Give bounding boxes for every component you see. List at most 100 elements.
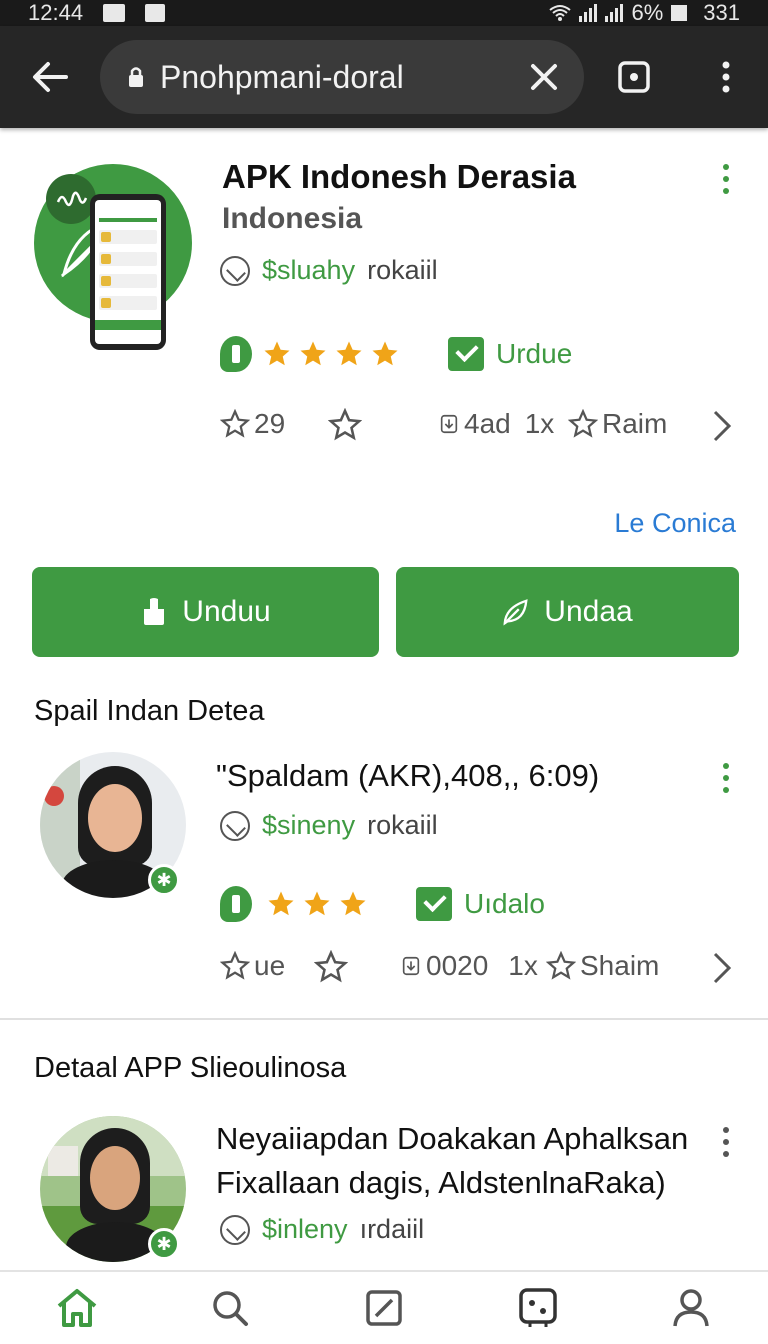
favorite-button[interactable] <box>328 408 362 442</box>
tabs-button[interactable] <box>584 26 684 128</box>
battery-percent: 6% <box>631 0 664 25</box>
download-icon <box>144 598 165 625</box>
compass-icon <box>220 1214 250 1245</box>
verified-badge-icon: ✱ <box>148 864 180 896</box>
app-notification-icon <box>145 4 166 22</box>
person-icon <box>673 1289 709 1327</box>
back-button[interactable] <box>0 26 100 128</box>
item-developer[interactable]: $inleny ırdaiil <box>220 1214 424 1245</box>
developer-suffix: rokaiil <box>367 255 438 285</box>
developer-name: $sluahy <box>262 255 356 285</box>
compass-icon <box>220 810 250 841</box>
star-outline-icon <box>328 408 362 441</box>
item-rating-row: Uıdalo <box>220 886 545 922</box>
logo-badge <box>46 174 96 224</box>
clear-url-button[interactable] <box>524 57 564 97</box>
share-label: Shaim <box>580 950 660 981</box>
nav-home[interactable] <box>47 1278 107 1338</box>
divider <box>0 1018 768 1020</box>
nav-games[interactable] <box>508 1278 568 1338</box>
item-developer[interactable]: $sineny rokaiil <box>220 810 438 841</box>
star-outline-icon <box>220 951 250 980</box>
primary-button-label: Unduu <box>182 595 271 628</box>
downloads-value: 4ad <box>464 408 511 439</box>
star-icon <box>304 891 330 916</box>
star-icon <box>264 341 290 366</box>
leaf-icon <box>503 599 528 626</box>
rating-count-stat: ue <box>220 950 285 982</box>
item-more-button[interactable] <box>716 1124 736 1160</box>
star-icon <box>300 341 326 366</box>
developer-suffix: rokaiil <box>367 810 438 840</box>
status-time: 12:44 <box>28 0 84 25</box>
game-icon <box>518 1288 557 1327</box>
battery-icon <box>671 5 688 21</box>
signal-icon <box>579 4 598 22</box>
more-info-link[interactable]: Le Conica <box>614 508 736 539</box>
phone-screenshot <box>90 194 166 350</box>
star-icon <box>372 341 398 366</box>
developer-suffix: ırdaiil <box>359 1214 425 1244</box>
compass-icon <box>220 255 250 286</box>
url-text: Pnohpmani-doral <box>160 58 404 95</box>
signal-icon-2 <box>605 4 624 22</box>
status-extra: 331 <box>703 0 740 25</box>
share-button[interactable]: Raim <box>568 408 667 440</box>
item-tag: Uıdalo <box>416 887 545 921</box>
favorite-button[interactable] <box>314 950 348 984</box>
avatar[interactable]: ✱ <box>40 752 186 898</box>
wifi-icon <box>549 5 572 21</box>
status-bar: 12:44 6% 331 <box>0 0 768 26</box>
item-stats-row: ue 0020 1x Shaim <box>220 950 740 986</box>
lock-icon <box>128 66 144 88</box>
tag-label: Urdue <box>496 338 573 369</box>
star-icon <box>336 341 362 366</box>
app-rating-row: Urdue <box>220 336 572 372</box>
developer-name: $sineny <box>262 810 356 840</box>
nav-edit[interactable] <box>354 1278 414 1338</box>
downloads-mult: 1x <box>508 950 538 981</box>
item-title-line1[interactable]: Neyaiiapdan Doakakan Aphalksan <box>216 1121 688 1157</box>
item-title[interactable]: "Spaldam (AKR),408,, 6:09) <box>216 758 599 794</box>
rating-count: ue <box>254 950 286 981</box>
app-developer[interactable]: $sluahy rokaiil <box>220 255 438 286</box>
rating-count: 29 <box>254 408 286 439</box>
app-more-button[interactable] <box>716 161 736 197</box>
download-icon <box>440 414 458 434</box>
avatar[interactable]: ✱ <box>40 1116 186 1262</box>
item-title-line2[interactable]: Fixallaan dagis, AldstenlnaRaka) <box>216 1165 666 1201</box>
item-more-button[interactable] <box>716 760 736 796</box>
home-icon <box>57 1289 97 1327</box>
star-outline-icon <box>568 409 598 438</box>
share-button[interactable]: Shaim <box>546 950 659 982</box>
downloads-value: 0020 <box>426 950 489 981</box>
secondary-button[interactable]: Undaa <box>396 567 739 657</box>
more-vert-icon <box>722 61 730 93</box>
close-icon <box>531 64 557 90</box>
share-label: Raim <box>602 408 668 439</box>
nav-profile[interactable] <box>661 1278 721 1338</box>
chevron-right-icon[interactable] <box>712 952 732 984</box>
bottom-navigation <box>0 1270 768 1344</box>
app-tag: Urdue <box>448 337 572 371</box>
star-icon <box>340 891 366 916</box>
check-badge-icon <box>448 337 484 371</box>
browser-toolbar: Pnohpmani-doral <box>0 26 768 128</box>
nav-search[interactable] <box>200 1278 260 1338</box>
developer-name: $inleny <box>262 1214 348 1244</box>
section-title: Spail Indan Detea <box>34 695 265 727</box>
section-title: Detaal APP Slieoulinosa <box>34 1052 347 1084</box>
edit-icon <box>366 1290 402 1326</box>
star-icon <box>268 891 294 916</box>
downloads-stat: 0020 1x <box>400 950 538 982</box>
star-outline-icon <box>314 950 348 983</box>
search-icon <box>213 1291 249 1326</box>
star-outline-icon <box>220 409 250 438</box>
browser-menu-button[interactable] <box>684 26 768 128</box>
app-title: APK Indonesh Derasia <box>222 158 576 195</box>
address-bar[interactable]: Pnohpmani-doral <box>100 40 584 114</box>
primary-download-button[interactable]: Unduu <box>32 567 379 657</box>
chevron-right-icon[interactable] <box>712 410 732 442</box>
star-rating <box>262 339 400 369</box>
star-outline-icon <box>546 951 576 980</box>
